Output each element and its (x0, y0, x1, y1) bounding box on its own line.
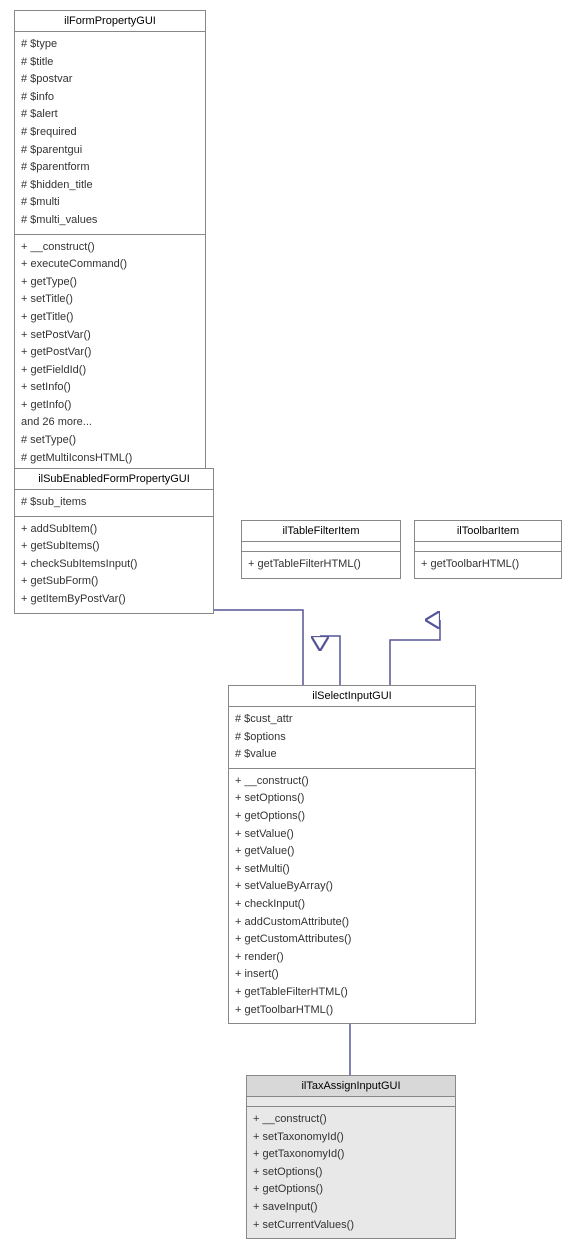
title-ilTableFilterItem: ilTableFilterItem (242, 521, 400, 542)
fields-ilTableFilterItem (242, 542, 400, 552)
box-ilToolbarItem: ilToolbarItem + getToolbarHTML() (414, 520, 562, 579)
methods-ilTaxAssignInputGUI: + __construct() + setTaxonomyId() + getT… (247, 1107, 455, 1238)
title-ilSelectInputGUI: ilSelectInputGUI (229, 686, 475, 707)
methods-ilFormPropertyGUI: + __construct() + executeCommand() + get… (15, 235, 205, 472)
diagram-container: ilFormPropertyGUI # $type # $title # $po… (0, 0, 584, 1237)
title-ilFormPropertyGUI: ilFormPropertyGUI (15, 11, 205, 32)
box-ilTaxAssignInputGUI: ilTaxAssignInputGUI + __construct() + se… (246, 1075, 456, 1239)
fields-ilToolbarItem (415, 542, 561, 552)
box-ilTableFilterItem: ilTableFilterItem + getTableFilterHTML() (241, 520, 401, 579)
box-ilSelectInputGUI: ilSelectInputGUI # $cust_attr # $options… (228, 685, 476, 1024)
box-ilSubEnabledFormPropertyGUI: ilSubEnabledFormPropertyGUI # $sub_items… (14, 468, 214, 614)
fields-ilSelectInputGUI: # $cust_attr # $options # $value (229, 707, 475, 769)
title-ilSubEnabledFormPropertyGUI: ilSubEnabledFormPropertyGUI (15, 469, 213, 490)
title-ilTaxAssignInputGUI: ilTaxAssignInputGUI (247, 1076, 455, 1097)
methods-ilSelectInputGUI: + __construct() + setOptions() + getOpti… (229, 769, 475, 1023)
methods-ilSubEnabledFormPropertyGUI: + addSubItem() + getSubItems() + checkSu… (15, 517, 213, 613)
fields-ilTaxAssignInputGUI (247, 1097, 455, 1107)
fields-ilFormPropertyGUI: # $type # $title # $postvar # $info # $a… (15, 32, 205, 235)
methods-ilToolbarItem: + getToolbarHTML() (415, 552, 561, 578)
fields-ilSubEnabledFormPropertyGUI: # $sub_items (15, 490, 213, 517)
box-ilFormPropertyGUI: ilFormPropertyGUI # $type # $title # $po… (14, 10, 206, 472)
title-ilToolbarItem: ilToolbarItem (415, 521, 561, 542)
methods-ilTableFilterItem: + getTableFilterHTML() (242, 552, 400, 578)
